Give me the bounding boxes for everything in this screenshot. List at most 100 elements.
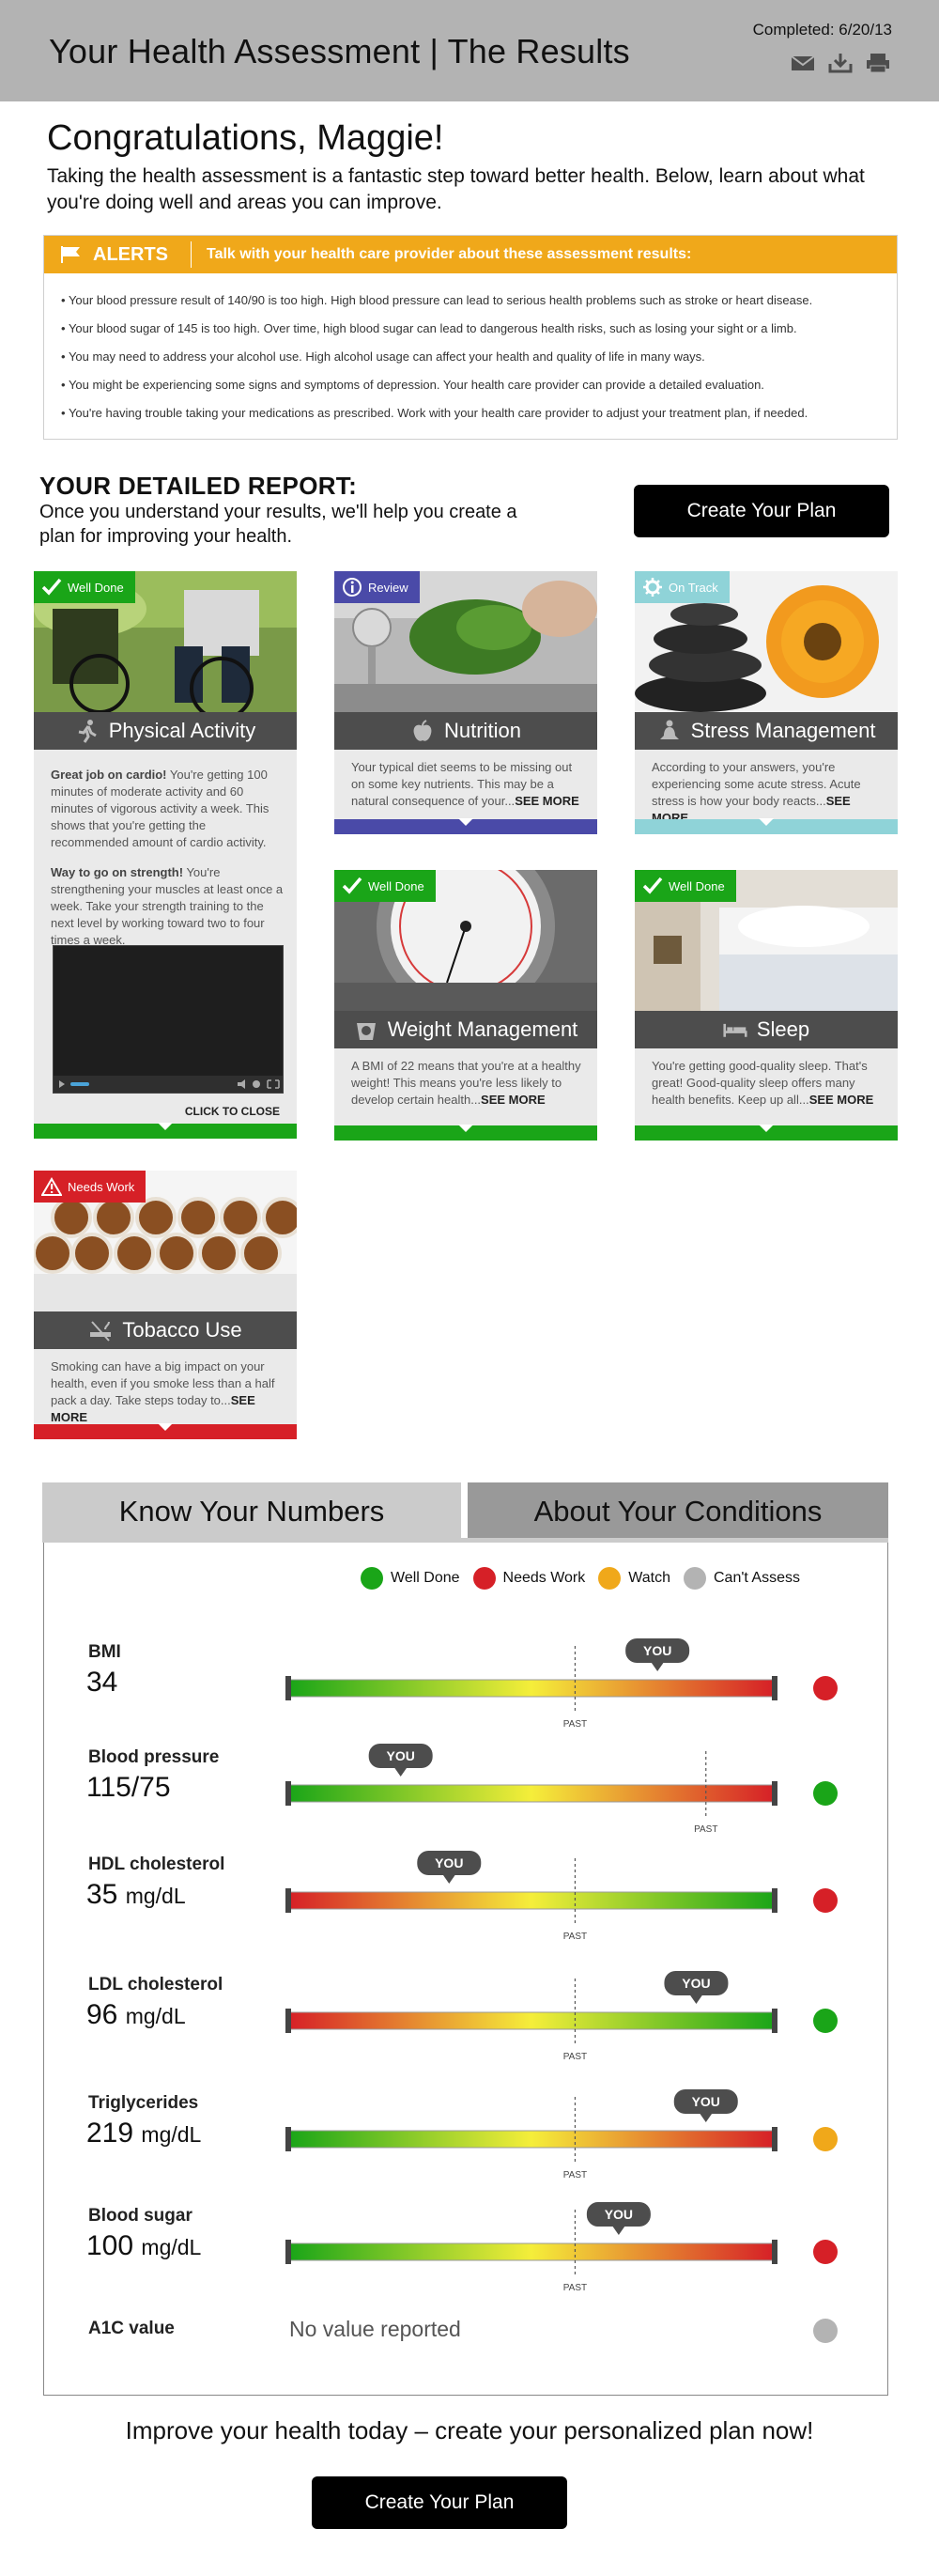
alerts-subtitle: Talk with your health care provider abou… — [207, 246, 692, 262]
status-badge: Well Done — [635, 870, 736, 902]
alert-item: Your blood sugar of 145 is too high. Ove… — [61, 315, 880, 343]
you-marker-pointer — [393, 1767, 408, 1777]
header-bar: Your Health Assessment | The Results Com… — [0, 0, 939, 101]
metric-name: HDL cholesterol — [88, 1854, 225, 1874]
legend-label: Well Done — [391, 1570, 460, 1586]
metric-row: Blood sugar 100 mg/dL PAST YOU — [0, 2198, 939, 2292]
click-to-close[interactable]: CLICK TO CLOSE — [185, 1105, 280, 1118]
metric-status-dot — [813, 1781, 838, 1806]
legend-item: Watch — [598, 1567, 670, 1590]
card-tobacco-use[interactable]: Needs Work Tobacco Use Smoking can have … — [34, 1171, 297, 1439]
past-marker-label: PAST — [563, 1932, 587, 1941]
metric-status-dot — [813, 2127, 838, 2151]
card-physical-activity[interactable]: Well Done Physical Activity Great job on… — [34, 571, 297, 1139]
you-marker-label: YOU — [643, 1643, 671, 1658]
metric-no-value: No value reported — [289, 2317, 461, 2341]
report-title: YOUR DETAILED REPORT: — [39, 472, 358, 500]
you-marker-pointer — [611, 2226, 625, 2235]
card-weight-management[interactable]: Well Done Weight Management A BMI of 22 … — [334, 870, 597, 1141]
volume-icon[interactable] — [238, 1079, 245, 1089]
legend-item: Needs Work — [472, 1567, 585, 1590]
card-title: Nutrition — [444, 719, 521, 742]
fullscreen-icon[interactable] — [267, 1079, 280, 1089]
metric-gauge: PAST YOU — [285, 2202, 777, 2292]
metric-row: LDL cholesterol 96 mg/dL PAST YOU — [0, 1967, 939, 2061]
card-title-bar: Physical Activity — [34, 712, 297, 750]
legend-label: Can't Assess — [714, 1570, 800, 1586]
card-body: Your typical diet seems to be missing ou… — [334, 759, 597, 810]
bed-icon — [723, 1023, 747, 1037]
metric-unit: mg/dL — [125, 1884, 186, 1908]
legend-dot — [684, 1567, 706, 1590]
card-body: A BMI of 22 means that you're at a healt… — [334, 1058, 597, 1109]
badge-label: Needs Work — [68, 1179, 135, 1194]
card-stress-management[interactable]: On Track Stress Management According to … — [635, 571, 898, 834]
metric-row: Triglycerides 219 mg/dL PAST YOU — [0, 2086, 939, 2180]
metric-unit: mg/dL — [125, 2004, 186, 2028]
card-title-bar: Stress Management — [635, 712, 898, 750]
card-title-bar: Weight Management — [334, 1011, 597, 1048]
tab-about-your-conditions[interactable]: About Your Conditions — [468, 1482, 888, 1541]
checkmark-icon — [342, 877, 362, 894]
metric-value: 219 mg/dL — [86, 2118, 201, 2149]
gauge-endcap — [285, 2009, 291, 2033]
metric-name: LDL cholesterol — [88, 1975, 223, 1994]
gauge-endcap — [772, 1888, 777, 1913]
gauge-endcap — [285, 1888, 291, 1913]
tab-know-your-numbers[interactable]: Know Your Numbers — [42, 1482, 461, 1541]
card-title: Physical Activity — [108, 719, 256, 742]
progress-bar[interactable] — [70, 1082, 89, 1086]
past-marker-label: PAST — [563, 1719, 587, 1729]
metric-status-dot — [813, 1888, 838, 1913]
status-bar — [635, 818, 898, 834]
card-nutrition[interactable]: Review Nutrition Your typical diet seems… — [334, 571, 597, 834]
metric-gauge: PAST YOU — [285, 1971, 777, 2061]
gauge-bar — [288, 1679, 775, 1698]
see-more-link[interactable]: SEE MORE — [515, 794, 579, 808]
create-plan-button-bottom[interactable]: Create Your Plan — [312, 2476, 567, 2529]
alerts-header: ALERTS Talk with your health care provid… — [44, 236, 897, 273]
status-badge: Well Done — [34, 571, 135, 603]
video-player[interactable] — [53, 945, 284, 1094]
flag-icon — [61, 246, 80, 263]
scale-icon — [356, 1023, 376, 1040]
see-more-link[interactable]: SEE MORE — [809, 1093, 874, 1107]
gauge-endcap — [285, 1676, 291, 1700]
status-badge: Needs Work — [34, 1171, 146, 1203]
legend-label: Watch — [628, 1570, 670, 1586]
metric-unit: mg/dL — [141, 2235, 202, 2259]
metric-gauge: PAST YOU — [285, 1638, 777, 1729]
download-icon[interactable] — [828, 53, 853, 73]
play-icon[interactable] — [59, 1080, 65, 1088]
improve-cta-text: Improve your health today – create your … — [125, 2416, 814, 2444]
mail-icon[interactable] — [791, 53, 815, 73]
card-title: Sleep — [756, 1017, 810, 1041]
you-marker-label: YOU — [435, 1855, 463, 1870]
completed-date: Completed: 6/20/13 — [752, 21, 892, 39]
alert-item: You may need to address your alcohol use… — [61, 343, 880, 371]
metric-row-a1c: A1C value No value reported — [0, 2311, 939, 2405]
checkmark-icon — [41, 578, 62, 596]
header-actions — [791, 53, 890, 73]
see-more-link[interactable]: SEE MORE — [481, 1093, 546, 1107]
gauge-bar — [288, 2011, 775, 2030]
card-sleep[interactable]: Well Done Sleep You're getting good-qual… — [635, 870, 898, 1141]
alerts-panel: ALERTS Talk with your health care provid… — [43, 235, 898, 440]
meditation-icon — [659, 720, 679, 739]
running-icon — [78, 720, 97, 743]
card-text: A BMI of 22 means that you're at a healt… — [351, 1059, 581, 1107]
past-marker-label: PAST — [563, 2170, 587, 2180]
alerts-divider — [191, 241, 192, 268]
create-plan-button[interactable]: Create Your Plan — [634, 485, 889, 537]
gauge-endcap — [285, 1781, 291, 1806]
past-marker-label: PAST — [563, 2283, 587, 2292]
print-icon[interactable] — [866, 53, 890, 73]
past-marker-label: PAST — [694, 1824, 717, 1834]
settings-icon[interactable] — [253, 1080, 260, 1088]
no-smoking-icon — [90, 1321, 112, 1342]
video-controls[interactable] — [54, 1076, 283, 1093]
metric-value: 96 mg/dL — [86, 1999, 186, 2031]
status-badge: On Track — [635, 571, 730, 603]
gauge-endcap — [772, 2009, 777, 2033]
badge-label: Well Done — [368, 878, 424, 893]
